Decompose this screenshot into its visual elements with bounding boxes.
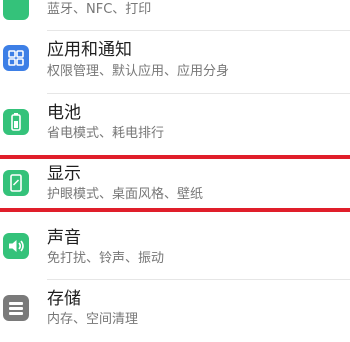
settings-list: 蓝牙、NFC、打印 应用和通知 权限管理、默认应用、应用分身 电池 省电模式、耗…	[0, 0, 350, 333]
settings-item-battery[interactable]: 电池 省电模式、耗电排行	[0, 94, 350, 156]
link-icon	[3, 0, 29, 20]
settings-item-sound[interactable]: 声音 免打扰、铃声、振动	[0, 215, 350, 277]
storage-icon	[3, 295, 29, 321]
settings-item-subtitle: 权限管理、默认应用、应用分身	[47, 64, 230, 79]
display-icon	[3, 170, 29, 196]
settings-item-subtitle: 内存、空间清理	[47, 312, 139, 327]
speaker-icon	[3, 233, 29, 259]
settings-item-subtitle: 护眼模式、桌面风格、壁纸	[47, 187, 204, 202]
settings-item-title: 存储	[47, 289, 81, 309]
settings-item-subtitle: 免打扰、铃声、振动	[47, 251, 165, 266]
settings-item-title: 声音	[47, 228, 81, 248]
settings-item-apps-notifications[interactable]: 应用和通知 权限管理、默认应用、应用分身	[0, 31, 350, 93]
battery-icon	[3, 109, 29, 135]
settings-item-title: 显示	[47, 164, 81, 184]
settings-item-title: 电池	[47, 103, 81, 123]
apps-grid-icon	[3, 45, 29, 71]
settings-item-title: 应用和通知	[47, 40, 132, 60]
settings-item-subtitle: 省电模式、耗电排行	[47, 126, 165, 141]
settings-item-subtitle: 蓝牙、NFC、打印	[47, 2, 152, 17]
highlight-line-bottom	[0, 208, 350, 212]
